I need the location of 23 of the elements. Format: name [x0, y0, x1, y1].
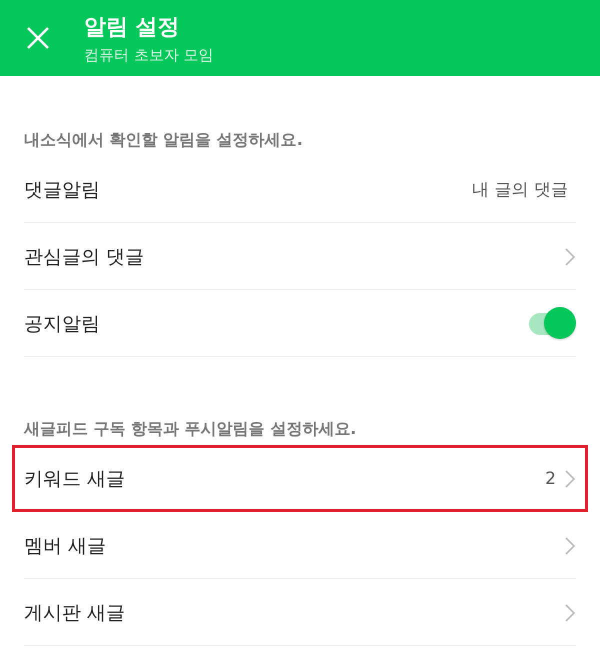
row-label: 댓글알림	[24, 178, 101, 202]
chevron-right-icon	[564, 468, 576, 488]
row-label: 공지알림	[24, 312, 101, 336]
header-subtitle: 컴퓨터 초보자 모임	[84, 46, 214, 64]
settings-row[interactable]: 게시판 새글	[12, 579, 588, 646]
count-value: 2	[545, 468, 556, 488]
row-label: 관심글의 댓글	[24, 244, 146, 270]
section-caption: 내소식에서 확인할 알림을 설정하세요.	[23, 129, 304, 151]
header-title: 알림 설정	[84, 14, 181, 42]
settings-row[interactable]: 댓글알림 내 글의 댓글	[12, 156, 588, 223]
chevron-right-icon	[564, 246, 576, 266]
row-label: 키워드 새글	[24, 466, 126, 492]
settings-row[interactable]: 관심글의 댓글	[12, 223, 588, 290]
row-label: 멤버 새글	[24, 534, 108, 558]
settings-row[interactable]: 키워드 새글 2	[12, 445, 588, 512]
settings-row[interactable]: 멤버 새글	[12, 512, 588, 579]
chevron-right-icon	[564, 536, 576, 556]
close-icon	[26, 26, 50, 50]
row-value: 내 글의 댓글	[472, 179, 568, 201]
section-caption: 새글피드 구독 항목과 푸시알림을 설정하세요.	[22, 418, 358, 440]
chevron-right-icon	[564, 602, 576, 622]
settings-row[interactable]: 공지알림	[12, 290, 588, 357]
row-label: 게시판 새글	[24, 600, 126, 626]
